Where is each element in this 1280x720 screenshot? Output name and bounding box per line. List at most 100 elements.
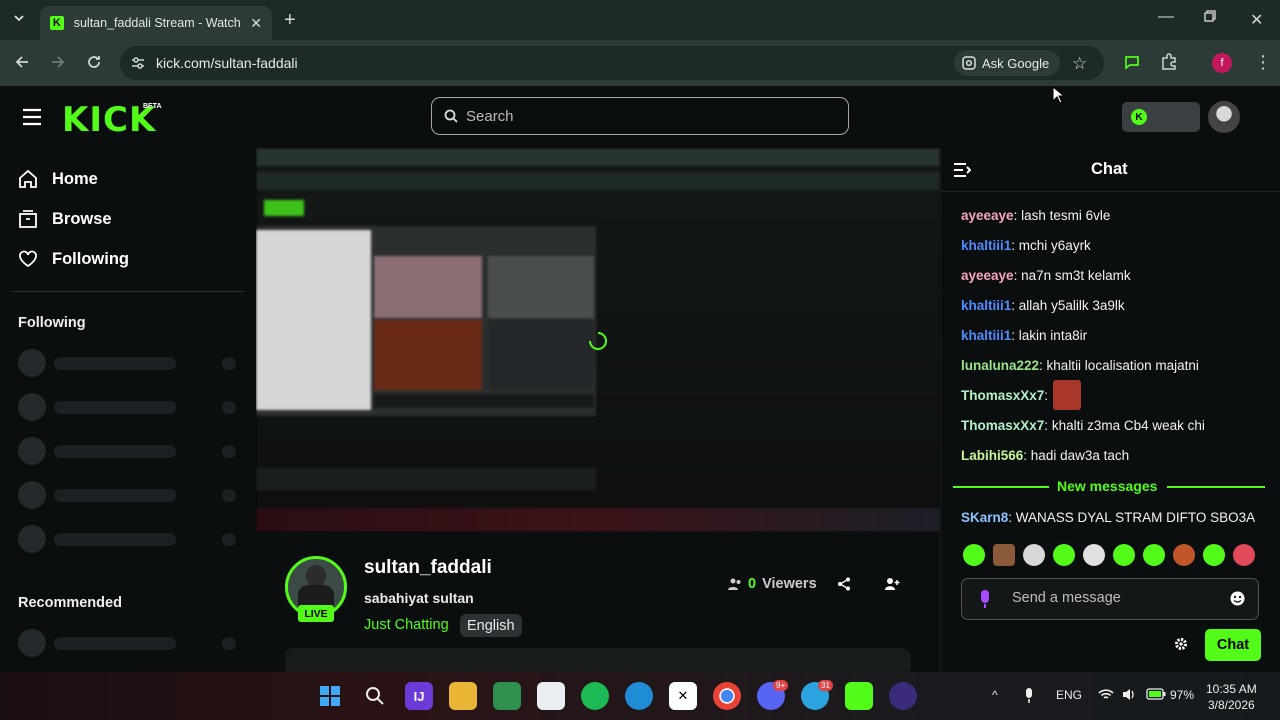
chat-username[interactable]: SKarn8 [961,510,1008,525]
chat-username[interactable]: ayeeaye [961,208,1014,223]
spotify-icon[interactable] [581,682,609,710]
search-input[interactable] [466,107,826,125]
chat-username[interactable]: lunaluna222 [961,358,1039,373]
chat-username[interactable]: khaltiii1 [961,238,1011,253]
site-settings-icon[interactable] [130,55,146,71]
sidebar-item-label: Home [52,169,98,188]
lens-icon [962,56,976,70]
wifi-icon[interactable] [1098,688,1114,701]
battery-icon[interactable] [1146,688,1166,700]
back-icon[interactable] [14,54,30,70]
following-skeleton-item [18,481,240,509]
emote-button[interactable] [1173,544,1195,566]
ask-google-button[interactable]: Ask Google [954,50,1060,76]
extensions-puzzle-icon[interactable] [1160,53,1178,71]
user-avatar[interactable] [1208,101,1240,133]
browser-tab-active[interactable]: K sultan_faddali Stream - Watch Live on … [40,6,272,40]
tray-overflow-icon[interactable]: ^ [992,688,998,702]
extension-chat-icon[interactable] [1124,54,1140,70]
send-chat-button[interactable]: Chat [1205,629,1261,661]
chat-username[interactable]: ThomasxXx7 [961,418,1044,433]
close-window-icon[interactable]: ✕ [1250,10,1263,30]
chat-message: khaltiii1: mchi y6ayrk [961,238,1091,253]
emote-button[interactable] [1143,544,1165,566]
emote-button[interactable] [963,544,985,566]
input-language[interactable]: ENG [1056,688,1082,702]
tab-close-icon[interactable]: ✕ [250,15,262,32]
chat-text: allah y5alilk 3a9lk [1018,298,1125,313]
kick-app-icon[interactable] [845,682,873,710]
capcut-icon[interactable]: ✕ [669,682,697,710]
omnibox[interactable]: kick.com/sultan-faddali Ask Google ☆ [120,46,1104,80]
chat-text: lakin inta8ir [1018,328,1088,343]
language-tag[interactable]: English [460,614,522,637]
obs-icon[interactable] [889,682,917,710]
chat-message-input[interactable] [1012,590,1222,606]
emote-button[interactable] [1113,544,1135,566]
clock-time: 10:35 AM [1206,682,1257,696]
system-clock[interactable]: 10:35 AM 3/8/2026 [1206,681,1257,713]
chat-username[interactable]: Labihi566 [961,448,1023,463]
chrome-taskbar-icon[interactable] [713,682,741,710]
new-tab-icon[interactable]: + [284,9,296,32]
edge-icon[interactable] [625,682,653,710]
sidebar-item-browse[interactable]: Browse [18,209,112,229]
emote-button[interactable] [1023,544,1045,566]
viewers-label: Viewers [762,576,817,592]
chrome-menu-icon[interactable]: ⋮ [1254,52,1272,73]
kick-pass-button[interactable]: K [1122,102,1200,132]
browse-icon [19,210,37,228]
emote-button[interactable] [1233,544,1255,566]
search-bar[interactable] [431,97,849,135]
follow-user-icon[interactable] [885,577,900,591]
chat-message: lunaluna222: khaltii localisation majatn… [961,358,1199,373]
chat-username[interactable]: ayeeaye [961,268,1014,283]
jetbrains-app-icon[interactable]: IJ [405,682,433,710]
chat-username[interactable]: ThomasxXx7 [961,388,1044,403]
chat-settings-gear-icon[interactable] [1174,637,1188,651]
streamer-name[interactable]: sultan_faddali [364,557,492,579]
restore-icon[interactable] [1204,10,1216,22]
volume-icon[interactable] [1122,688,1136,701]
file-explorer-icon[interactable] [449,682,477,710]
stream-title: sabahiyat sultan [364,590,474,606]
chat-username[interactable]: khaltiii1 [961,298,1011,313]
windows-start-icon[interactable] [316,682,344,710]
kick-header: KICK BETA K [0,86,1280,148]
emote-button[interactable] [1203,544,1225,566]
ask-google-label: Ask Google [982,55,1050,71]
chat-username[interactable]: khaltiii1 [961,328,1011,343]
tab-search-icon[interactable] [12,11,26,25]
microphone-icon[interactable] [1024,688,1034,703]
chat-text: mchi y6ayrk [1018,238,1091,253]
chat-input-box[interactable] [961,578,1259,620]
hamburger-menu-icon[interactable] [22,108,42,126]
microsoft-store-icon[interactable] [537,682,565,710]
emoji-picker-icon[interactable] [1230,591,1245,606]
category-link[interactable]: Just Chatting [364,617,449,633]
url-text[interactable]: kick.com/sultan-faddali [156,55,298,71]
new-messages-divider[interactable]: New messages [953,477,1265,495]
sidebar-item-following[interactable]: Following [18,249,129,269]
minimize-icon[interactable]: — [1158,8,1174,26]
video-player[interactable] [256,148,940,532]
forward-icon[interactable] [50,54,66,70]
chat-text: na7n sm3t kelamk [1021,268,1131,283]
sidebar-item-home[interactable]: Home [18,169,98,189]
sidebar-item-label: Following [52,249,129,268]
profile-avatar[interactable]: f [1212,53,1232,73]
emote-button[interactable] [993,544,1015,566]
following-skeleton-item [18,393,240,421]
chat-message: Labihi566: hadi daw3a tach [961,448,1130,463]
reload-icon[interactable] [86,54,102,70]
search-taskbar-icon[interactable] [361,682,389,710]
bluestacks-icon[interactable] [493,682,521,710]
emote-button[interactable] [1083,544,1105,566]
share-icon[interactable] [837,577,851,591]
emote-button[interactable] [1053,544,1075,566]
bookmark-star-icon[interactable]: ☆ [1072,54,1087,74]
collapse-chat-icon[interactable] [953,162,971,178]
search-icon [444,109,458,123]
following-skeleton-item [18,437,240,465]
kick-pass-mic-icon[interactable] [978,589,992,609]
